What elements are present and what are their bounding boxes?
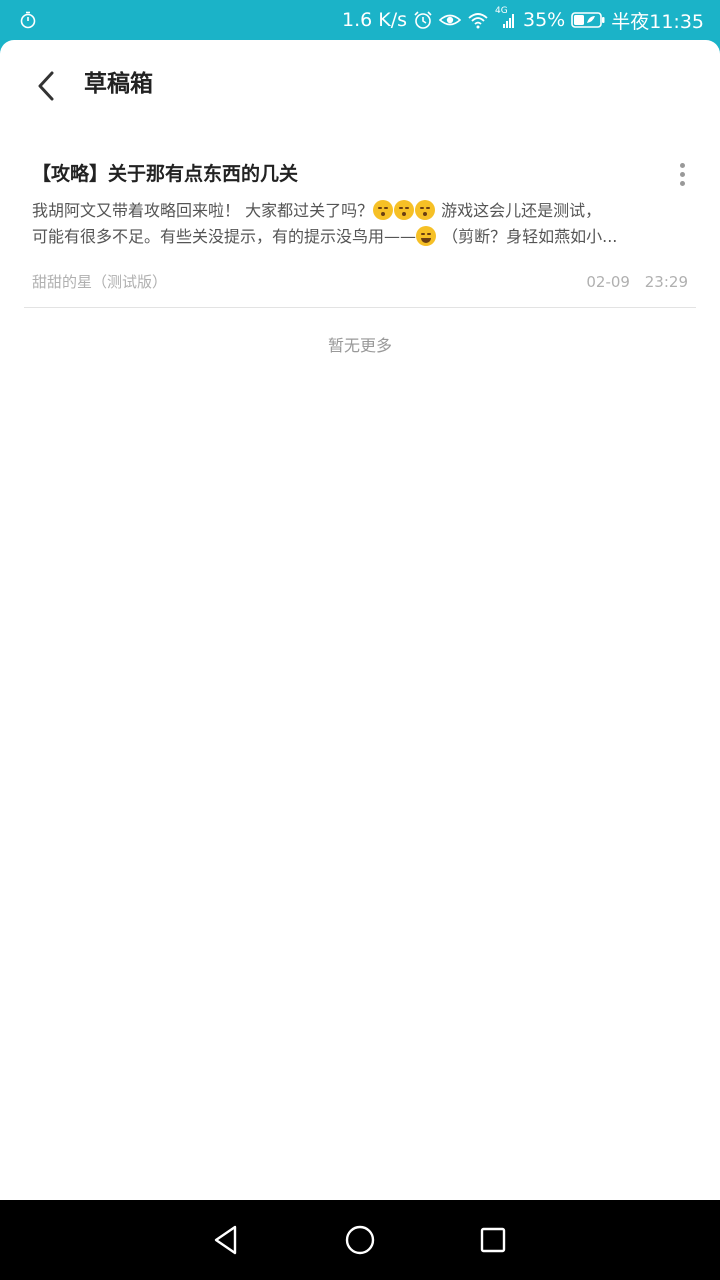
kissing-emoji-icon [394,200,415,220]
draft-item[interactable]: 【攻略】关于那有点东西的几关 我胡阿文又带着攻略回来啦！ 大家都过关了吗？ 游戏… [24,152,696,308]
clock-time: 半夜11:35 [611,10,704,33]
kissing-emoji-icon [415,200,436,220]
draft-timestamp: 02-09 23:29 [586,270,688,294]
status-bar: 1.6 K/s 4G 35% 半夜11:35 [0,0,720,40]
draft-date: 02-09 [586,273,630,291]
back-button[interactable] [28,64,64,108]
laughing-emoji-icon [416,226,437,246]
draft-body-line: 我胡阿文又带着攻略回来啦！ 大家都过关了吗？ 游戏这会儿还是测试， [32,198,692,224]
nav-recents-button[interactable] [473,1220,513,1260]
draft-body: 我胡阿文又带着攻略回来啦！ 大家都过关了吗？ 游戏这会儿还是测试， 可能有很多不… [32,198,692,250]
system-nav-bar [0,1200,720,1280]
wifi-icon [467,10,489,30]
more-options-button[interactable] [668,158,696,190]
battery-percent: 35% [523,9,566,31]
draft-author: 甜甜的星（测试版） [32,273,168,291]
draft-body-text: 可能有很多不足。有些关没提示，有的提示没鸟用—— [32,227,417,246]
page-title: 草稿箱 [84,71,153,97]
draft-body-line: 可能有很多不足。有些关没提示，有的提示没鸟用—— （剪断？身轻如燕如小... [32,224,692,250]
eye-icon [439,10,461,30]
drafts-page: 草稿箱 【攻略】关于那有点东西的几关 我胡阿文又带着攻略回来啦！ 大家都过关了吗… [0,40,720,1200]
draft-body-text: 游戏这会儿还是测试， [436,201,602,220]
draft-time: 23:29 [644,273,688,291]
net-speed: 1.6 K/s [341,9,407,31]
kissing-emoji-icon [373,200,394,220]
draft-body-text: 我胡阿文又带着攻略回来啦！ 大家都过关了吗？ [32,201,374,220]
draft-title: 【攻略】关于那有点东西的几关 [32,163,299,185]
more-vertical-icon [679,162,685,168]
draft-body-text: （剪断？身轻如燕如小... [437,227,618,246]
list-end-text: 暂无更多 [327,336,392,355]
chevron-left-icon [38,71,54,101]
stopwatch-icon [18,10,38,30]
triangle-back-icon [214,1225,237,1255]
app-header: 草稿箱 [0,40,720,130]
draft-meta: 甜甜的星（测试版） 02-09 23:29 [32,270,688,294]
network-type: 4G [495,6,508,16]
battery-icon [571,10,605,30]
alarm-icon [413,10,433,30]
square-recents-icon [480,1227,506,1253]
nav-back-button[interactable] [206,1220,246,1260]
signal-icon: 4G [495,6,517,30]
nav-home-button[interactable] [340,1220,380,1260]
circle-home-icon [345,1225,375,1255]
